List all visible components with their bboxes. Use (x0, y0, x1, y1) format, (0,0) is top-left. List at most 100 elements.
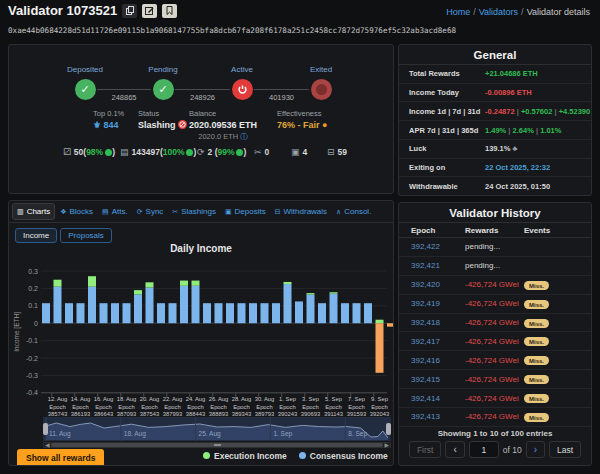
general-row-value: -0.00896 ETH (485, 88, 532, 97)
general-row-value: -0.24872 | +0.57602 | +4.52390 (485, 107, 590, 116)
history-reward: -426,724 GWei (465, 394, 524, 403)
history-row: 392,415-426,724 GWeiMiss. (399, 370, 591, 389)
show-all-rewards-button[interactable]: Show all rewards (17, 449, 104, 466)
history-epoch-link[interactable]: 392,416 (399, 356, 465, 365)
history-epoch-link[interactable]: 392,415 (399, 375, 465, 384)
pagination-first-button[interactable]: First (409, 441, 442, 458)
tab-atts[interactable]: ▤Atts. (98, 204, 132, 219)
svg-text:1. Sep: 1. Sep (279, 396, 296, 402)
history-epoch-link[interactable]: 392,417 (399, 337, 465, 346)
history-events: Miss. (524, 394, 591, 403)
general-card: General Total Rewards+21.04686 ETHIncome… (398, 44, 592, 196)
history-epoch-link[interactable]: 392,413 (399, 412, 465, 421)
lifecycle-epoch-number: 401930 (252, 93, 312, 102)
history-epoch-link[interactable]: 392,418 (399, 318, 465, 327)
history-reward: -426,724 GWei (465, 337, 524, 346)
tab-deposits[interactable]: ▣Deposits (221, 204, 270, 219)
svg-text:25. Aug: 25. Aug (199, 430, 221, 438)
svg-text:0: 0 (34, 320, 38, 327)
miss-badge: Miss. (524, 281, 549, 290)
balance-value: 2020.09536 ETH (189, 120, 257, 130)
withdrawals-icon: ⊟ (327, 147, 335, 157)
counter-dice: ⚂50(98%) (63, 147, 115, 157)
svg-text:Epoch: Epoch (371, 404, 387, 410)
page-title: Validator 1073521 (8, 3, 117, 18)
history-epoch-link[interactable]: 392,419 (399, 299, 465, 308)
tab-sync[interactable]: ⟳Sync (133, 204, 168, 219)
history-row: 392,418-426,724 GWeiMiss. (399, 314, 591, 333)
history-epoch-link[interactable]: 392,422 (399, 242, 465, 251)
entries-summary: Showing 1 to 10 of 100 entries (399, 429, 591, 438)
chart-bar-icon: ▥ (17, 208, 24, 216)
breadcrumb-separator: / (521, 7, 524, 17)
svg-text:1. Sep: 1. Sep (273, 430, 292, 438)
blocks-icon: ▣ (291, 147, 300, 157)
tab-charts[interactable]: ▥Charts (12, 203, 55, 220)
lifecycle-step-pending-icon: ✓ (153, 79, 174, 100)
validator-pubkey[interactable]: 0xae44b0684228d51d11726e09115b1a90681477… (8, 26, 456, 35)
pagination-page-input[interactable]: 1 (469, 441, 499, 458)
cubes-icon: ❖ (60, 208, 66, 216)
svg-text:0.3: 0.3 (28, 268, 38, 275)
legend-dot (203, 452, 210, 459)
lifecycle-step-label: Pending (133, 65, 193, 74)
chart-scrollbar[interactable]: ◀ ▶ (43, 442, 391, 448)
history-table-header: EpochRewardsEvents (399, 223, 591, 238)
copy-button[interactable] (122, 4, 137, 18)
subtab-proposals[interactable]: Proposals (60, 228, 112, 243)
bookmark-button[interactable] (162, 4, 177, 18)
breadcrumb-item[interactable]: Validators (479, 7, 518, 17)
svg-text:8. Sep: 8. Sep (348, 430, 367, 438)
pagination-prev-button[interactable]: ‹ (445, 441, 464, 458)
history-reward: -426,724 GWei (465, 356, 524, 365)
general-row-value: 22 Oct 2025, 22:32 (485, 163, 550, 172)
svg-text:20. Aug: 20. Aug (140, 396, 160, 402)
history-row: 392,422pending... (399, 238, 591, 257)
history-events: Miss. (524, 337, 591, 346)
history-reward: -426,724 GWei (465, 318, 524, 327)
lifecycle-step-exited-icon (311, 79, 332, 100)
subtab-income[interactable]: Income (15, 228, 57, 243)
tab-withdrawals[interactable]: ⊟Withdrawals (271, 204, 331, 219)
counter-blocks: ▣4 (291, 147, 307, 157)
lifecycle-step-label: Deposited (55, 65, 115, 74)
general-row-label: Withdrawable (409, 182, 485, 191)
history-row: 392,416-426,724 GWeiMiss. (399, 351, 591, 370)
scrollbar-grip (214, 444, 221, 446)
rank-label: Top 0.1% (93, 109, 124, 118)
tab-slashings[interactable]: ✂Slashings (168, 204, 220, 219)
history-epoch-link[interactable]: 392,421 (399, 261, 465, 270)
history-epoch-link[interactable]: 392,414 (399, 394, 465, 403)
miss-badge: Miss. (524, 337, 549, 346)
history-epoch-link[interactable]: 392,420 (399, 280, 465, 289)
svg-text:7. Sep: 7. Sep (348, 396, 365, 402)
tab-blocks[interactable]: ❖Blocks (56, 204, 97, 219)
edit-button[interactable] (142, 4, 157, 18)
svg-text:0.2: 0.2 (28, 285, 38, 292)
chart-navigator[interactable]: 11. Aug18. Aug25. Aug1. Sep8. Sep (43, 417, 391, 441)
history-col-events: Events (524, 226, 591, 235)
history-events: Miss. (524, 318, 591, 327)
general-row-label: Income 1d | 7d | 31d (409, 107, 485, 116)
tab-consol[interactable]: ∧Consol. (332, 204, 375, 219)
rank-value: ⚜ 844 (93, 120, 124, 130)
scroll-left-icon[interactable]: ◀ (45, 441, 50, 448)
svg-text:-0.2: -0.2 (26, 355, 38, 362)
history-reward: -426,724 GWei (465, 280, 524, 289)
status-label: Status (138, 109, 187, 118)
general-row: APR 7d | 31d | 365d1.49% | 2.64% | 1.01% (399, 121, 591, 140)
general-row-label: Total Rewards (409, 69, 485, 78)
history-row: 392,413-426,724 GWeiMiss. (399, 408, 591, 427)
svg-text:Epoch: Epoch (256, 404, 272, 410)
scrollbar-thumb[interactable] (51, 443, 383, 447)
pagination-next-button[interactable]: › (526, 441, 545, 458)
svg-text:Epoch: Epoch (325, 404, 341, 410)
effectiveness: Effectiveness76% - Fair ● (277, 109, 327, 130)
svg-text:26. Aug: 26. Aug (209, 396, 229, 402)
general-row: Income Today-0.00896 ETH (399, 84, 591, 103)
scroll-right-icon[interactable]: ▶ (384, 441, 389, 448)
miss-badge: Miss. (524, 375, 549, 384)
slash-circle-icon (178, 120, 187, 129)
breadcrumb-item[interactable]: Home (446, 7, 470, 17)
pagination-last-button[interactable]: Last (549, 441, 581, 458)
